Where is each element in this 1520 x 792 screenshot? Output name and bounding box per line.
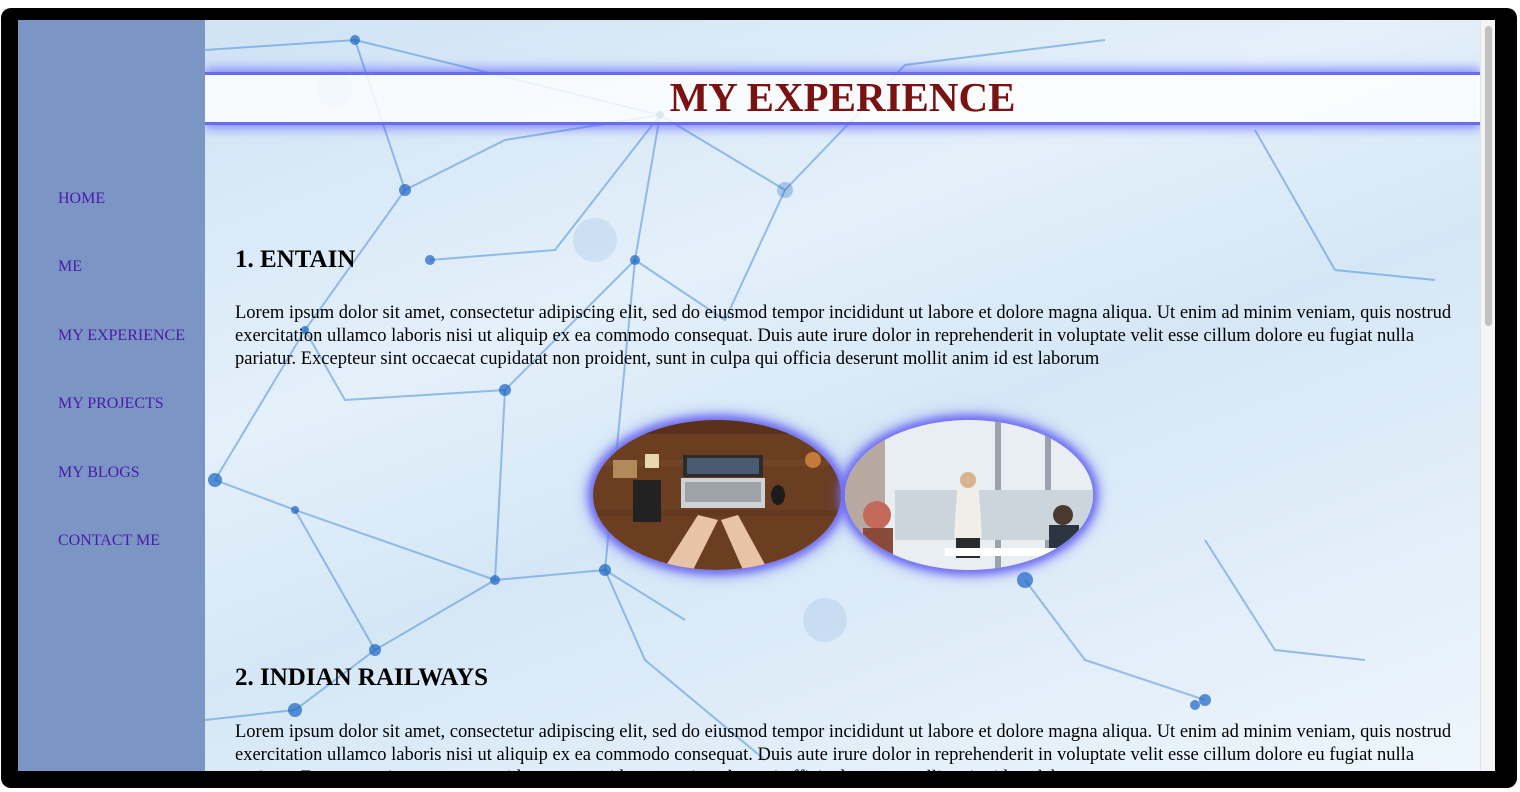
- page-header: MY EXPERIENCE: [205, 72, 1480, 125]
- experience-heading-1: 1. ENTAIN: [235, 246, 356, 273]
- nav-link-me[interactable]: ME: [58, 258, 82, 276]
- page-title: MY EXPERIENCE: [669, 74, 1016, 120]
- nav-link-my-experience[interactable]: MY EXPERIENCE: [58, 327, 185, 345]
- nav-link-home[interactable]: HOME: [58, 190, 105, 208]
- sidebar-nav: HOME ME MY EXPERIENCE MY PROJECTS MY BLO…: [18, 20, 205, 771]
- vertical-scrollbar[interactable]: [1480, 20, 1495, 771]
- nav-link-contact-me[interactable]: CONTACT ME: [58, 532, 160, 550]
- nav-link-my-projects[interactable]: MY PROJECTS: [58, 395, 164, 413]
- browser-frame: HOME ME MY EXPERIENCE MY PROJECTS MY BLO…: [1, 8, 1517, 788]
- laptop-desk-photo: [593, 420, 841, 570]
- office-meeting-photo: [845, 420, 1093, 570]
- page-viewport: HOME ME MY EXPERIENCE MY PROJECTS MY BLO…: [18, 20, 1495, 771]
- experience-description-1: Lorem ipsum dolor sit amet, consectetur …: [235, 303, 1452, 369]
- main-content: MY EXPERIENCE 1. ENTAIN Lorem ipsum dolo…: [205, 20, 1480, 771]
- scrollbar-thumb[interactable]: [1485, 26, 1492, 326]
- nav-link-my-blogs[interactable]: MY BLOGS: [58, 464, 140, 482]
- experience-description-2: Lorem ipsum dolor sit amet, consectetur …: [235, 722, 1452, 771]
- network-background-image: [205, 35, 1436, 761]
- experience-heading-2: 2. INDIAN RAILWAYS: [235, 664, 489, 691]
